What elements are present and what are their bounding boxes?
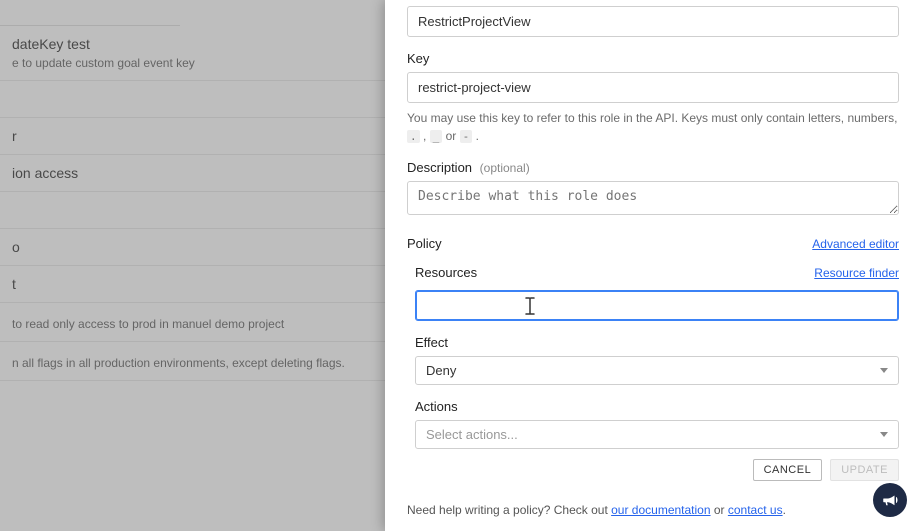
contact-us-link[interactable]: contact us: [728, 503, 783, 517]
effect-value: Deny: [426, 363, 456, 378]
effect-label: Effect: [415, 335, 899, 350]
actions-placeholder: Select actions...: [426, 427, 518, 442]
resources-input[interactable]: [415, 290, 899, 321]
cancel-button[interactable]: CANCEL: [753, 459, 823, 481]
key-help-text: You may use this key to refer to this ro…: [407, 109, 899, 146]
actions-label: Actions: [415, 399, 899, 414]
actions-select[interactable]: Select actions...: [415, 420, 899, 449]
documentation-link[interactable]: our documentation: [611, 503, 710, 517]
role-name-input[interactable]: [407, 6, 899, 37]
update-button: UPDATE: [830, 459, 899, 481]
announcements-button[interactable]: [873, 483, 907, 517]
resources-label: Resources: [415, 265, 477, 280]
key-label: Key: [407, 51, 899, 66]
description-label: Description (optional): [407, 160, 899, 175]
role-description-input[interactable]: [407, 181, 899, 215]
resource-finder-link[interactable]: Resource finder: [814, 266, 899, 280]
advanced-editor-link[interactable]: Advanced editor: [812, 237, 899, 251]
policy-label: Policy: [407, 236, 442, 251]
chevron-down-icon: [880, 432, 888, 437]
role-key-input[interactable]: [407, 72, 899, 103]
role-editor-drawer: Key You may use this key to refer to thi…: [385, 0, 921, 531]
chevron-down-icon: [880, 368, 888, 373]
megaphone-icon: [881, 491, 899, 509]
effect-select[interactable]: Deny: [415, 356, 899, 385]
policy-help-text: Need help writing a policy? Check out ou…: [407, 503, 899, 517]
